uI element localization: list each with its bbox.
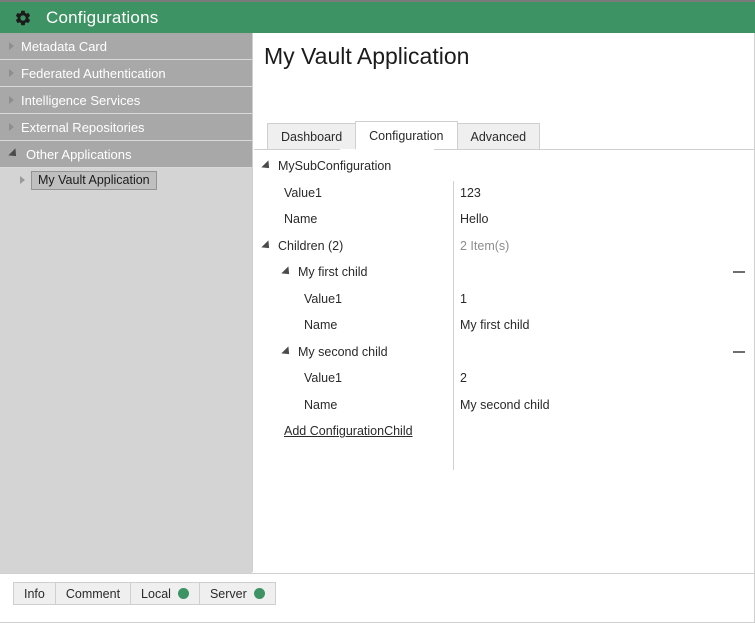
row-label: Children (2) [278, 238, 344, 253]
tab-advanced[interactable]: Advanced [456, 123, 541, 149]
chevron-down-icon[interactable] [281, 346, 293, 358]
row-value: 2 Item(s) [460, 238, 510, 253]
sidebar-item-other-applications[interactable]: Other Applications [0, 141, 252, 168]
sidebar-item-label: External Repositories [21, 119, 145, 135]
bottom-tab-label: Comment [65, 586, 121, 601]
gear-icon [15, 10, 31, 25]
add-child-row: Add ConfigurationChild [254, 418, 754, 445]
row-label-group: MySubConfiguration [261, 159, 392, 174]
row-value[interactable]: 1 [460, 292, 467, 306]
table-row[interactable]: Name Hello [254, 206, 754, 233]
row-label-group: My second child [281, 344, 388, 359]
sidebar-item-label: Metadata Card [21, 38, 107, 54]
add-configuration-child-link[interactable]: Add ConfigurationChild [284, 424, 413, 438]
sidebar-empty-area [0, 192, 252, 585]
bottom-statusbar: Info Comment Local Server [0, 573, 754, 622]
sidebar-item-label: Federated Authentication [21, 65, 166, 81]
sidebar-item-intelligence-services[interactable]: Intelligence Services [0, 87, 252, 114]
tab-label: Dashboard [281, 129, 343, 144]
sidebar: Metadata Card Federated Authentication I… [0, 33, 253, 585]
row-label-group: Children (2) [261, 238, 344, 253]
chevron-down-icon [8, 148, 20, 160]
sidebar-subitem-row: My Vault Application [0, 168, 252, 192]
chevron-down-icon[interactable] [281, 266, 293, 278]
table-row[interactable]: My second child [254, 339, 754, 366]
table-row[interactable]: Name My first child [254, 312, 754, 339]
bottom-tab-label: Local [141, 586, 171, 601]
main-content: My Vault Application Dashboard Configura… [254, 33, 754, 572]
table-row[interactable]: MySubConfiguration [254, 153, 754, 180]
row-value[interactable]: My second child [460, 398, 550, 412]
sidebar-subitem-label: My Vault Application [38, 172, 150, 187]
configurations-window: Configurations Metadata Card Federated A… [0, 0, 755, 623]
tab-label: Configuration [369, 128, 444, 143]
bottom-tab-label: Info [24, 586, 45, 601]
chevron-right-icon [9, 96, 14, 104]
row-value[interactable]: 123 [460, 186, 481, 200]
row-value[interactable]: 2 [460, 371, 467, 385]
chevron-right-icon [9, 123, 14, 131]
table-row[interactable]: My first child [254, 259, 754, 286]
row-label: Value1 [304, 291, 342, 306]
sidebar-item-label: Other Applications [26, 146, 132, 162]
row-label: MySubConfiguration [278, 159, 392, 174]
bottom-tab-comment[interactable]: Comment [54, 582, 132, 605]
remove-child-button[interactable] [733, 350, 745, 353]
bottom-tab-label: Server [209, 586, 247, 601]
sidebar-item-external-repositories[interactable]: External Repositories [0, 114, 252, 141]
table-row[interactable]: Value1 123 [254, 180, 754, 207]
tab-dashboard[interactable]: Dashboard [267, 123, 357, 149]
row-label: Value1 [304, 371, 342, 386]
sidebar-item-metadata-card[interactable]: Metadata Card [0, 33, 252, 60]
table-row[interactable]: Name My second child [254, 392, 754, 419]
status-dot-icon [253, 588, 265, 599]
tab-configuration[interactable]: Configuration [355, 121, 458, 149]
tab-underline [254, 149, 754, 150]
row-label: My second child [298, 344, 388, 359]
bottom-tab-local[interactable]: Local [130, 582, 200, 605]
status-dot-icon [177, 588, 189, 599]
window-title: Configurations [46, 7, 159, 27]
sidebar-item-federated-authentication[interactable]: Federated Authentication [0, 60, 252, 87]
tabstrip: Dashboard Configuration Advanced [267, 121, 541, 149]
tab-label: Advanced [470, 129, 527, 144]
chevron-down-icon[interactable] [261, 240, 273, 252]
chevron-down-icon[interactable] [261, 160, 273, 172]
page-title: My Vault Application [264, 43, 470, 69]
row-label: Value1 [284, 185, 322, 200]
tab-active-mask [340, 149, 434, 150]
row-label: Name [304, 318, 338, 333]
chevron-right-icon [9, 42, 14, 50]
table-row[interactable]: Value1 1 [254, 286, 754, 313]
row-value[interactable]: Hello [460, 212, 489, 226]
bottom-tab-server[interactable]: Server [198, 582, 276, 605]
row-label: My first child [298, 265, 368, 280]
sidebar-item-label: Intelligence Services [21, 92, 141, 108]
window-titlebar: Configurations [0, 0, 755, 33]
row-value[interactable]: My first child [460, 318, 529, 332]
bottom-tab-info[interactable]: Info [13, 582, 56, 605]
chevron-right-icon [9, 69, 14, 77]
row-label: Name [304, 397, 338, 412]
remove-child-button[interactable] [733, 271, 745, 274]
bottom-tabstrip: Info Comment Local Server [13, 582, 276, 605]
configuration-property-grid: MySubConfiguration Value1 123 Name Hello… [254, 153, 754, 470]
table-row[interactable]: Children (2) 2 Item(s) [254, 233, 754, 260]
sidebar-item-my-vault-application[interactable]: My Vault Application [31, 170, 157, 190]
row-label: Name [284, 212, 318, 227]
table-row[interactable]: Value1 2 [254, 365, 754, 392]
row-label-group: My first child [281, 265, 368, 280]
chevron-right-icon[interactable] [20, 176, 25, 184]
